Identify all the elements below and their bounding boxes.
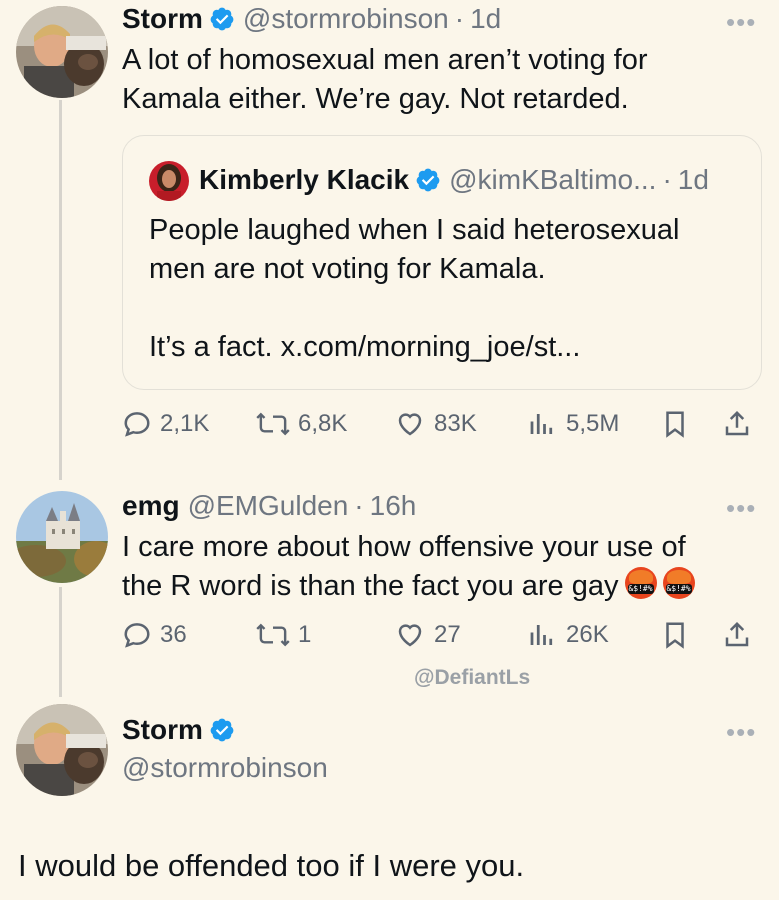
avatar-kimberly xyxy=(149,161,189,201)
reply-button[interactable]: 36 xyxy=(122,615,187,655)
separator-dot: · xyxy=(354,490,364,521)
views-button[interactable]: 5,5M xyxy=(526,404,619,444)
repost-button[interactable]: 6,8K xyxy=(256,404,347,444)
timestamp[interactable]: 1d xyxy=(470,2,501,36)
reply-count: 36 xyxy=(160,621,187,648)
tweet-header: emg @EMGulden · 16h xyxy=(122,489,416,523)
views-count: 26K xyxy=(566,621,609,648)
more-icon[interactable]: ••• xyxy=(726,9,756,35)
tweet-header: Storm @stormrobinson · 1d xyxy=(122,2,501,36)
views-icon xyxy=(530,414,553,434)
like-button[interactable]: 27 xyxy=(394,615,461,655)
quoted-author-name: Kimberly Klacik xyxy=(199,164,410,195)
tweet-actions: 36 1 27 26K xyxy=(122,615,762,655)
verified-badge-icon xyxy=(415,167,441,193)
tweet-text: I care more about how offensive your use… xyxy=(122,528,695,606)
timestamp[interactable]: 16h xyxy=(370,489,417,523)
like-icon xyxy=(398,413,422,436)
thread-connector-line xyxy=(59,100,62,480)
face-with-symbols-on-mouth-emoji: &$!#% xyxy=(662,567,695,599)
author-handle[interactable]: @stormrobinson xyxy=(243,2,449,36)
avatar-storm[interactable] xyxy=(16,704,108,796)
quoted-text-line: People laughed when I said heterosexual xyxy=(149,214,680,246)
repost-icon xyxy=(256,412,290,436)
bookmark-button[interactable] xyxy=(660,615,690,655)
bookmark-icon xyxy=(666,622,684,649)
share-button[interactable] xyxy=(722,404,752,444)
reply-button[interactable]: 2,1K xyxy=(122,404,209,444)
repost-button[interactable]: 1 xyxy=(256,615,311,655)
main-tweet-text: I would be offended too if I were you. xyxy=(18,848,525,883)
views-button[interactable]: 26K xyxy=(526,615,609,655)
like-count: 83K xyxy=(434,410,477,437)
reply-icon xyxy=(124,623,150,648)
tweet-text-line: the R word is than the fact you are gay &… xyxy=(122,567,695,606)
avatar-storm[interactable] xyxy=(16,6,108,98)
quoted-text-line: men are not voting for Kamala. xyxy=(149,253,546,285)
reply-icon xyxy=(124,412,150,437)
quoted-text-line: It’s a fact. x.com/morning_joe/st... xyxy=(149,331,581,363)
separator-dot: · xyxy=(662,164,672,195)
thread-connector-line xyxy=(59,587,62,697)
tweet-header: Storm xyxy=(122,713,243,747)
thread: Storm @stormrobinson · 1d ••• A lot of h… xyxy=(0,0,779,900)
quoted-author-handle: @kimKBaltimo... xyxy=(449,164,657,195)
bookmark-button[interactable] xyxy=(660,404,690,444)
author-name[interactable]: Storm xyxy=(122,2,203,36)
face-with-symbols-on-mouth-emoji: &$!#% xyxy=(624,567,657,599)
verified-badge-icon xyxy=(209,717,235,743)
like-count: 27 xyxy=(434,621,461,648)
tweet-actions: 2,1K 6,8K 83K 5,5M xyxy=(122,404,762,444)
author-handle[interactable]: @stormrobinson xyxy=(122,751,328,785)
tweet-text-line: A lot of homosexual men aren’t voting fo… xyxy=(122,44,648,76)
share-icon xyxy=(725,410,749,436)
quoted-timestamp: 1d xyxy=(677,164,709,195)
reply-count: 2,1K xyxy=(160,410,210,437)
repost-count: 1 xyxy=(298,621,312,648)
author-name[interactable]: emg xyxy=(122,489,180,523)
tweet-text: A lot of homosexual men aren’t voting fo… xyxy=(122,41,648,119)
quoted-tweet-text: People laughed when I said heterosexual … xyxy=(149,211,739,367)
like-icon xyxy=(398,624,422,647)
quoted-tweet[interactable]: Kimberly Klacik @kimKBaltimo... · 1d Peo… xyxy=(122,135,762,390)
tweet-text-line: I care more about how offensive your use… xyxy=(122,531,686,563)
share-icon xyxy=(725,621,749,647)
bookmark-icon xyxy=(666,411,684,438)
separator-dot: · xyxy=(454,3,465,34)
author-handle[interactable]: @EMGulden xyxy=(188,489,349,523)
views-count: 5,5M xyxy=(566,410,620,437)
author-handle-row: @stormrobinson xyxy=(122,751,328,785)
repost-icon xyxy=(256,623,290,647)
watermark: @DefiantLs xyxy=(414,666,531,689)
more-icon[interactable]: ••• xyxy=(726,719,756,745)
share-button[interactable] xyxy=(722,615,752,655)
avatar-emg[interactable] xyxy=(16,491,108,583)
repost-count: 6,8K xyxy=(298,410,348,437)
views-icon xyxy=(530,625,553,645)
quoted-tweet-header: Kimberly Klacik @kimKBaltimo... · 1d xyxy=(199,164,709,196)
tweet-text-line: Kamala either. We’re gay. Not retarded. xyxy=(122,83,629,115)
like-button[interactable]: 83K xyxy=(394,404,477,444)
author-name[interactable]: Storm xyxy=(122,713,203,747)
tweet-text-fragment: the R word is than the fact you are gay xyxy=(122,570,619,602)
more-icon[interactable]: ••• xyxy=(726,495,756,521)
verified-badge-icon xyxy=(209,6,235,32)
